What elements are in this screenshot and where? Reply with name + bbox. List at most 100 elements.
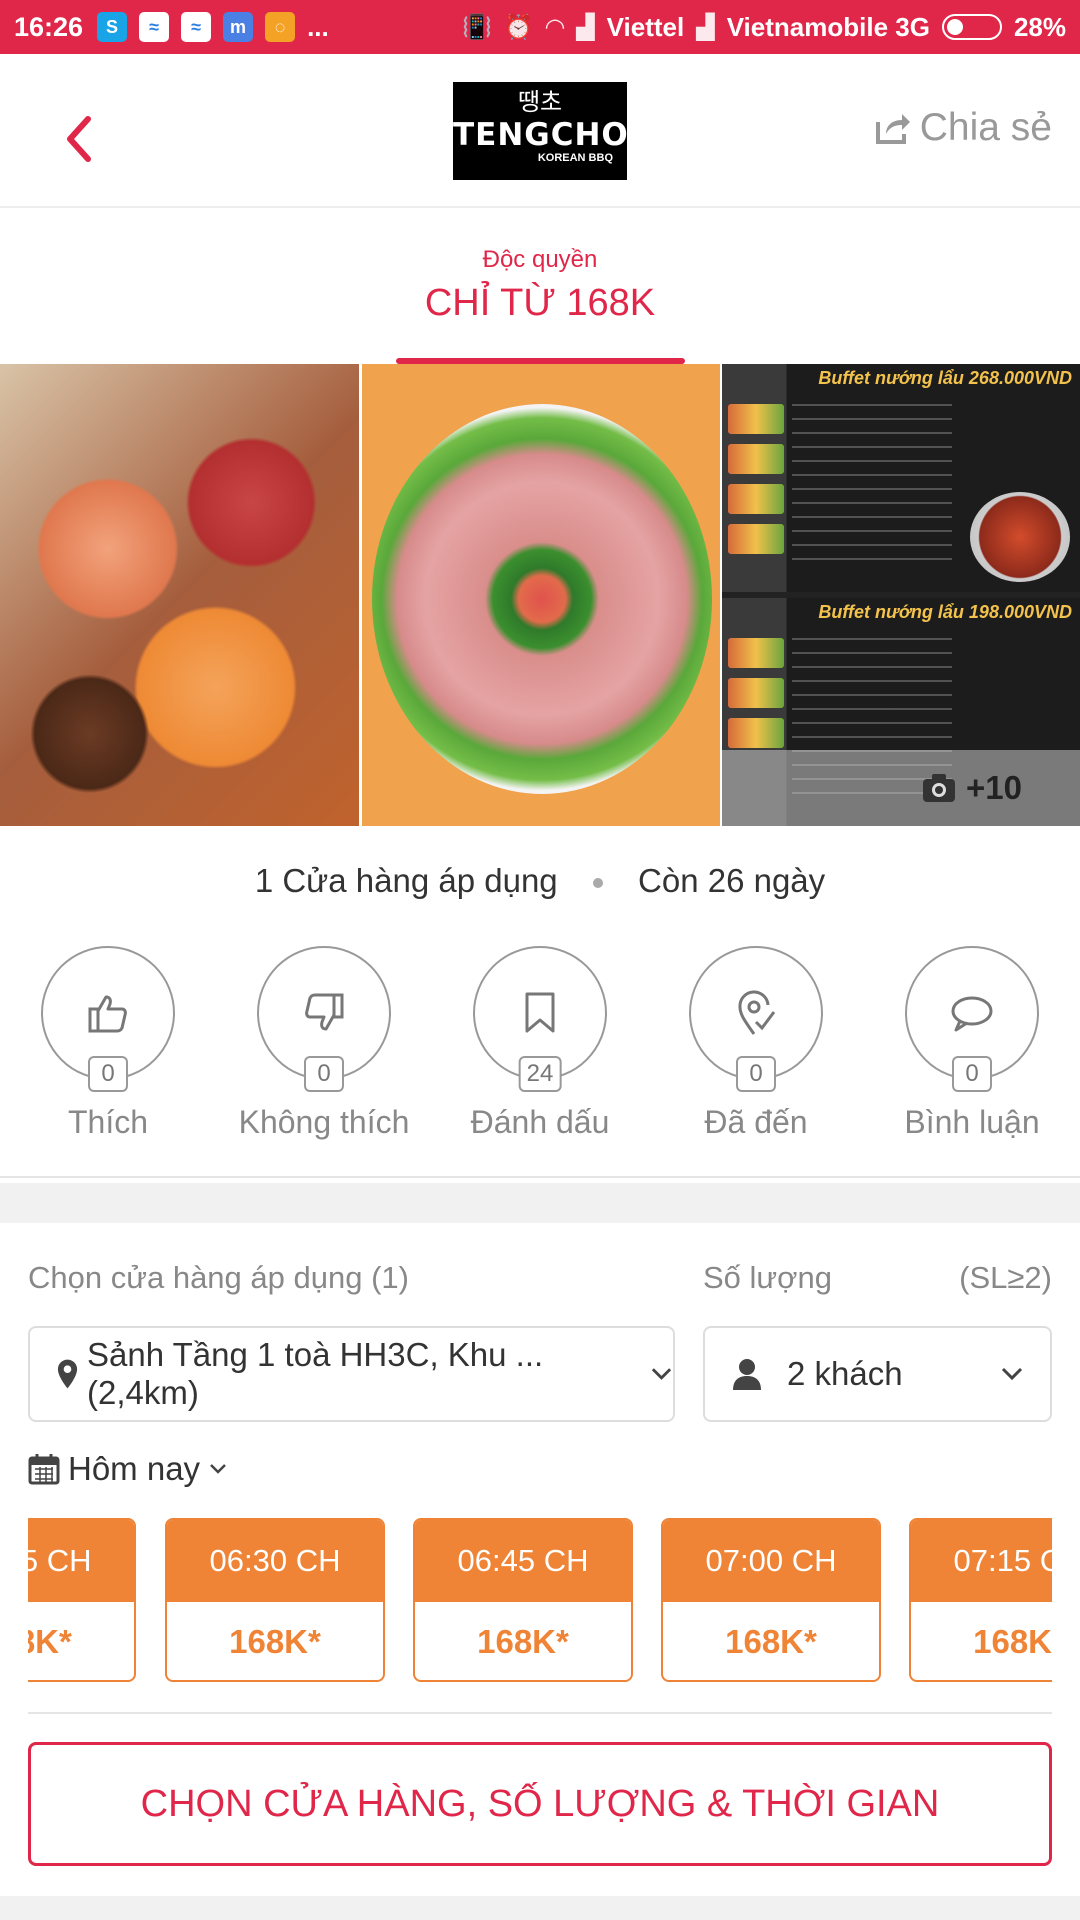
- more-notifications: ...: [307, 11, 329, 42]
- dislike-label: Không thích: [238, 1104, 410, 1140]
- visited-circle[interactable]: 0: [689, 946, 823, 1092]
- menu-photos[interactable]: Buffet nướng lẩu 268.000VND Buffet nướng…: [722, 364, 1080, 826]
- separator-dot: [592, 878, 603, 889]
- app-header: 땡초 TENGCHO KOREAN BBQ Chia sẻ: [0, 54, 1080, 208]
- store-select-label: Chọn cửa hàng áp dụng (1): [28, 1260, 409, 1295]
- speech-bubble-icon: [951, 996, 993, 1032]
- more-photos-count: +10: [966, 769, 1022, 806]
- mi-app-icon: m: [223, 12, 254, 42]
- section-gap: [0, 1183, 1080, 1223]
- vibrate-icon: 📳: [461, 13, 492, 41]
- bottom-strip: [0, 1896, 1080, 1920]
- menu-price-2: Buffet nướng lẩu 198.000VND: [818, 602, 1072, 622]
- share-icon: [875, 114, 910, 144]
- carrier-2: Vietnamobile 3G: [726, 11, 930, 42]
- share-label: Chia sẻ: [919, 106, 1052, 149]
- chevron-down-icon: [651, 1368, 672, 1380]
- alarm-icon: ⏰: [503, 13, 534, 41]
- carrier-1: Viettel: [606, 11, 685, 42]
- slot-price: 168K*: [973, 1623, 1052, 1660]
- time-slot-list[interactable]: 06:15 CH 168K* 06:30 CH 168K* 06:45 CH 1…: [28, 1518, 1052, 1682]
- store-count-text: 1 Cửa hàng áp dụng: [254, 862, 558, 899]
- time-slot[interactable]: 07:00 CH 168K*: [661, 1518, 881, 1682]
- deal-info: 1 Cửa hàng áp dụng Còn 26 ngày: [0, 862, 1080, 900]
- dislike-count: 0: [304, 1056, 344, 1092]
- signal-icon: ▟: [576, 13, 595, 41]
- photo-gallery[interactable]: Buffet nướng lẩu 268.000VND Buffet nướng…: [0, 364, 1080, 826]
- quantity-label: Số lượng: [703, 1260, 832, 1295]
- battery-icon: [941, 14, 1002, 40]
- bbq-platter-photo[interactable]: [0, 364, 359, 826]
- status-bar: 16:26 S ≈ ≈ m ◌ ... 📳 ⏰ ◠ ▟ Viettel ▟ Vi…: [0, 0, 1080, 54]
- menu-price-1: Buffet nướng lẩu 268.000VND: [818, 368, 1072, 388]
- like-button[interactable]: 0 Thích: [0, 946, 216, 1141]
- date-value: Hôm nay: [68, 1450, 201, 1487]
- location-check-icon: [738, 990, 776, 1035]
- time-slot[interactable]: 06:15 CH 168K*: [28, 1518, 136, 1682]
- days-remaining-text: Còn 26 ngày: [638, 862, 826, 899]
- comment-circle[interactable]: 0: [905, 946, 1039, 1092]
- logo-name-text: TENGCHO: [453, 117, 629, 153]
- battery-percent: 28%: [1013, 11, 1066, 42]
- person-icon: [733, 1359, 761, 1390]
- menu-board-1: Buffet nướng lẩu 268.000VND: [722, 364, 1080, 592]
- divider: [28, 1712, 1052, 1714]
- chat-app-icon: ◌: [265, 12, 296, 42]
- more-photos-button[interactable]: +10: [722, 750, 1080, 826]
- messenger-icon: ≈: [181, 12, 212, 42]
- comment-button[interactable]: 0 Bình luận: [864, 946, 1080, 1141]
- slot-time: 07:15 CH: [911, 1520, 1052, 1602]
- chevron-down-icon: [210, 1464, 226, 1474]
- dislike-circle[interactable]: 0: [257, 946, 391, 1092]
- messenger-icon: ≈: [139, 12, 170, 42]
- comment-count: 0: [952, 1056, 992, 1092]
- back-arrow-icon[interactable]: [60, 109, 100, 169]
- wifi-icon: ◠: [545, 13, 565, 41]
- signal-icon-2: ▟: [696, 13, 715, 41]
- share-button[interactable]: Chia sẻ: [874, 106, 1052, 150]
- bookmark-label: Đánh dấu: [470, 1104, 610, 1140]
- quantity-dropdown-value: 2 khách: [787, 1355, 903, 1392]
- time-slot[interactable]: 06:45 CH 168K*: [413, 1518, 633, 1682]
- camera-icon: [923, 774, 956, 802]
- status-time: 16:26: [14, 11, 84, 42]
- visited-button[interactable]: 0 Đã đến: [648, 946, 864, 1141]
- slot-time: 06:45 CH: [415, 1520, 631, 1602]
- like-circle[interactable]: 0: [41, 946, 175, 1092]
- quantity-dropdown[interactable]: 2 khách: [703, 1326, 1052, 1422]
- skype-icon: S: [97, 12, 128, 42]
- calendar-icon: [28, 1454, 60, 1485]
- logo-sub-text: KOREAN BBQ: [537, 152, 613, 164]
- date-picker[interactable]: Hôm nay: [28, 1450, 228, 1488]
- reaction-bar: 0 Thích 0 Không thích 24 Đánh dấu 0 Đã đ…: [0, 946, 1080, 1178]
- dislike-button[interactable]: 0 Không thích: [216, 946, 432, 1141]
- slot-time: 06:15 CH: [28, 1520, 134, 1602]
- tab-title: CHỈ TỪ 168K: [424, 282, 656, 324]
- bookmark-circle[interactable]: 24: [473, 946, 607, 1092]
- slot-price: 168K*: [477, 1623, 569, 1660]
- bookmark-count: 24: [518, 1056, 562, 1092]
- slot-price: 168K*: [28, 1623, 72, 1660]
- store-dropdown[interactable]: Sảnh Tầng 1 toà HH3C, Khu ... (2,4km): [28, 1326, 675, 1422]
- slot-price: 168K*: [725, 1623, 817, 1660]
- slot-time: 07:00 CH: [663, 1520, 879, 1602]
- quantity-rule: (SL≥2): [959, 1260, 1052, 1295]
- brand-logo: 땡초 TENGCHO KOREAN BBQ: [453, 82, 629, 180]
- chevron-down-icon: [1001, 1367, 1023, 1381]
- bookmark-icon: [525, 992, 555, 1033]
- map-pin-icon: [57, 1359, 78, 1389]
- deal-tab[interactable]: Độc quyền CHỈ TỪ 168K: [0, 208, 1080, 364]
- time-slot[interactable]: 07:15 CH 168K*: [909, 1518, 1052, 1682]
- choose-store-quantity-time-button[interactable]: CHỌN CỬA HÀNG, SỐ LƯỢNG & THỜI GIAN: [28, 1742, 1052, 1866]
- visited-count: 0: [736, 1056, 776, 1092]
- store-dropdown-value: Sảnh Tầng 1 toà HH3C, Khu ... (2,4km): [87, 1336, 544, 1411]
- time-slot[interactable]: 06:30 CH 168K*: [165, 1518, 385, 1682]
- bookmark-button[interactable]: 24 Đánh dấu: [432, 946, 648, 1141]
- like-count: 0: [88, 1056, 128, 1092]
- slot-time: 06:30 CH: [167, 1520, 383, 1602]
- slot-price: 168K*: [229, 1623, 321, 1660]
- sliced-meat-photo[interactable]: [362, 364, 720, 826]
- thumbs-down-icon: [305, 993, 344, 1031]
- logo-korean-text: 땡초: [517, 89, 563, 116]
- thumbs-up-icon: [88, 995, 127, 1033]
